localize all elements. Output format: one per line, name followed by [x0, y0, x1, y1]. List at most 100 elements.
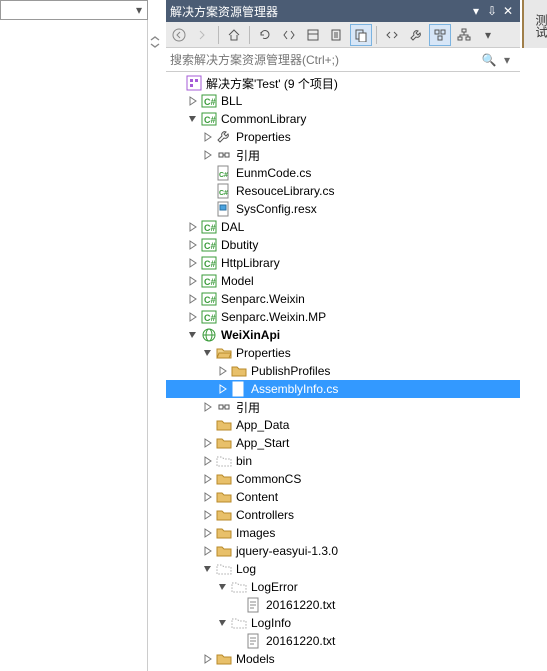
back-button[interactable] [168, 24, 190, 46]
cs-icon: C# [201, 237, 217, 253]
expand-closed-icon[interactable] [202, 653, 214, 665]
expand-closed-icon[interactable] [217, 383, 229, 395]
expand-closed-icon[interactable] [202, 437, 214, 449]
code-button[interactable] [381, 24, 403, 46]
hierarchy-button[interactable] [453, 24, 475, 46]
expand-closed-icon[interactable] [187, 239, 199, 251]
tree-item-label: Content [236, 490, 278, 504]
expand-none [202, 203, 214, 215]
sln-icon [186, 75, 202, 91]
txt-icon [246, 633, 262, 649]
close-icon[interactable]: ✕ [500, 4, 516, 18]
tree-item[interactable]: C#BLL [166, 92, 520, 110]
class-button[interactable] [429, 24, 451, 46]
refresh-button[interactable] [254, 24, 276, 46]
expand-closed-icon[interactable] [202, 455, 214, 467]
expand-open-icon[interactable] [202, 563, 214, 575]
tree-item[interactable]: App_Start [166, 434, 520, 452]
tree-item[interactable]: Controllers [166, 506, 520, 524]
folder-icon [216, 651, 232, 667]
solution-tree[interactable]: 解决方案'Test' (9 个项目)C#BLLC#CommonLibraryPr… [166, 72, 520, 671]
expand-none [202, 185, 214, 197]
expand-open-icon[interactable] [217, 581, 229, 593]
expand-open-icon[interactable] [202, 347, 214, 359]
expand-open-icon[interactable] [187, 113, 199, 125]
search-dropdown-icon[interactable]: ▾ [498, 53, 516, 67]
collapse-button[interactable] [278, 24, 300, 46]
expand-closed-icon[interactable] [187, 95, 199, 107]
expand-closed-icon[interactable] [187, 275, 199, 287]
tree-item[interactable]: C#DAL [166, 218, 520, 236]
web-icon [201, 327, 217, 343]
expand-closed-icon[interactable] [202, 491, 214, 503]
expand-open-icon[interactable] [217, 617, 229, 629]
wrench-button[interactable] [405, 24, 427, 46]
tree-item[interactable]: App_Data [166, 416, 520, 434]
tree-item-label: jquery-easyui-1.3.0 [236, 544, 338, 558]
expand-closed-icon[interactable] [202, 473, 214, 485]
tree-item[interactable]: C#CommonLibrary [166, 110, 520, 128]
tree-item[interactable]: C#Model [166, 272, 520, 290]
expand-none [232, 635, 244, 647]
home-button[interactable] [223, 24, 245, 46]
tree-item[interactable]: C#Dbutity [166, 236, 520, 254]
tree-item-label: AssemblyInfo.cs [251, 382, 338, 396]
tree-item[interactable]: Content [166, 488, 520, 506]
tree-item[interactable]: PublishProfiles [166, 362, 520, 380]
expand-closed-icon[interactable] [187, 221, 199, 233]
svg-text:C#: C# [204, 259, 216, 269]
tree-item[interactable]: LogInfo [166, 614, 520, 632]
properties-button[interactable] [302, 24, 324, 46]
tree-item[interactable]: Log [166, 560, 520, 578]
tree-item[interactable]: C#HttpLibrary [166, 254, 520, 272]
pin-icon[interactable]: ⇩ [484, 4, 500, 18]
tree-item[interactable]: LogError [166, 578, 520, 596]
folder-icon [216, 435, 232, 451]
tree-item[interactable]: bin [166, 452, 520, 470]
tree-item[interactable]: Properties [166, 128, 520, 146]
tree-item[interactable]: C# AssemblyInfo.cs [166, 380, 520, 398]
side-tab-toolbox[interactable]: 测试 [522, 0, 547, 48]
svg-text:C#: C# [234, 388, 243, 395]
search-icon[interactable]: 🔍 [480, 53, 498, 67]
left-dropdown[interactable]: ▾ [0, 0, 148, 20]
expand-closed-icon[interactable] [187, 311, 199, 323]
tree-item[interactable]: Images [166, 524, 520, 542]
expand-closed-icon[interactable] [217, 365, 229, 377]
tree-item[interactable]: C#EunmCode.cs [166, 164, 520, 182]
tree-item[interactable]: C#Senparc.Weixin [166, 290, 520, 308]
tree-item[interactable]: CommonCS [166, 470, 520, 488]
tree-item[interactable]: C#ResouceLibrary.cs [166, 182, 520, 200]
expand-closed-icon[interactable] [202, 149, 214, 161]
expand-closed-icon[interactable] [202, 527, 214, 539]
expand-open-icon[interactable] [187, 329, 199, 341]
showall-button[interactable] [350, 24, 372, 46]
expand-closed-icon[interactable] [187, 257, 199, 269]
preview-button[interactable] [326, 24, 348, 46]
svg-text:C#: C# [204, 295, 216, 305]
tree-item[interactable]: 20161220.txt [166, 596, 520, 614]
tree-item-label: LogError [251, 580, 298, 594]
tree-item[interactable]: Properties [166, 344, 520, 362]
dropdown-icon[interactable]: ▾ [468, 4, 484, 18]
tree-item-label: BLL [221, 94, 242, 108]
tree-item[interactable]: C#Senparc.Weixin.MP [166, 308, 520, 326]
expand-closed-icon[interactable] [202, 131, 214, 143]
expand-closed-icon[interactable] [187, 293, 199, 305]
tree-item[interactable]: 引用 [166, 146, 520, 164]
tree-item[interactable]: 20161220.txt [166, 632, 520, 650]
expand-closed-icon[interactable] [202, 509, 214, 521]
tree-item[interactable]: SysConfig.resx [166, 200, 520, 218]
search-input[interactable] [170, 53, 480, 67]
forward-button[interactable] [192, 24, 214, 46]
tree-item[interactable]: jquery-easyui-1.3.0 [166, 542, 520, 560]
expand-closed-icon[interactable] [202, 545, 214, 557]
search-bar: 🔍 ▾ [166, 48, 520, 72]
expand-closed-icon[interactable] [202, 401, 214, 413]
tree-item[interactable]: 引用 [166, 398, 520, 416]
splitter-handle[interactable] [148, 34, 162, 50]
tree-item[interactable]: WeiXinApi [166, 326, 520, 344]
more-button[interactable]: ▾ [477, 24, 499, 46]
tree-item[interactable]: Models [166, 650, 520, 668]
tree-item[interactable]: 解决方案'Test' (9 个项目) [166, 74, 520, 92]
